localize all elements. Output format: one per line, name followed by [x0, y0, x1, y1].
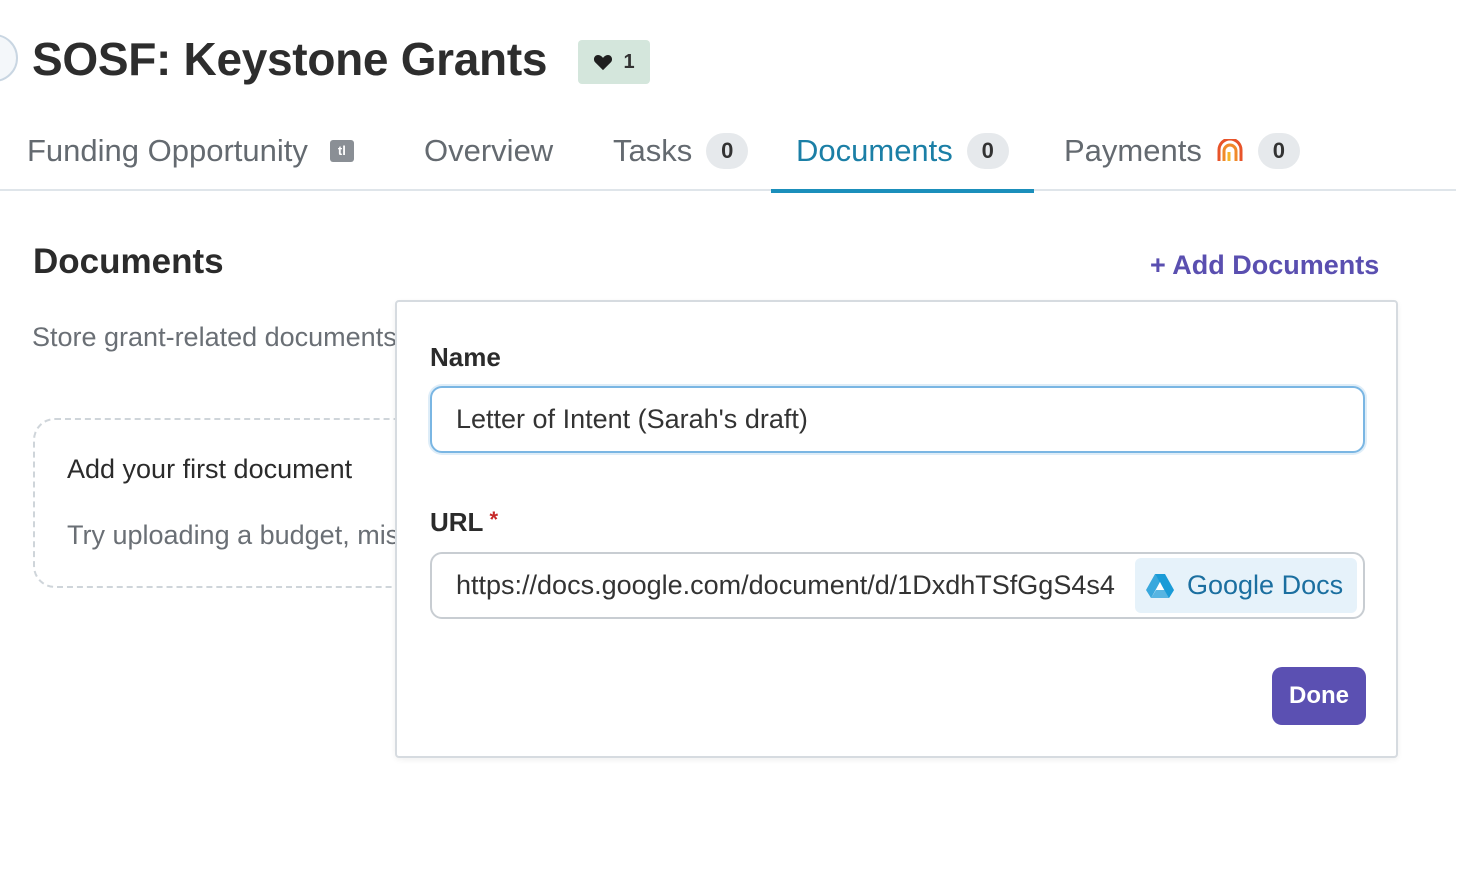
tl-icon: tl	[329, 139, 354, 162]
tab-payments[interactable]: Payments 0	[1064, 110, 1300, 191]
tab-label: Documents	[796, 132, 953, 168]
tab-documents[interactable]: Documents 0	[771, 110, 1034, 193]
tab-overview[interactable]: Overview	[424, 110, 553, 191]
name-input[interactable]	[430, 386, 1365, 453]
payments-count-badge: 0	[1257, 132, 1300, 169]
done-button[interactable]: Done	[1272, 667, 1366, 725]
documents-count-badge: 0	[966, 132, 1009, 169]
required-mark: *	[489, 507, 498, 532]
like-count: 1	[623, 50, 635, 73]
tab-label: Overview	[424, 132, 554, 168]
google-docs-button[interactable]: Google Docs	[1135, 558, 1357, 613]
tasks-count-badge: 0	[706, 132, 749, 169]
section-title: Documents	[33, 242, 224, 281]
add-documents-link[interactable]: + Add Documents	[1150, 250, 1379, 281]
url-label-text: URL	[430, 507, 484, 537]
page-title: SOSF: Keystone Grants	[32, 33, 548, 85]
heart-icon	[594, 55, 613, 71]
payments-integration-icon	[1217, 138, 1243, 161]
tab-tasks[interactable]: Tasks 0	[613, 110, 749, 191]
url-field[interactable]: https://docs.google.com/document/d/1Dxdh…	[430, 552, 1365, 619]
avatar[interactable]	[0, 34, 18, 82]
url-label: URL *	[430, 507, 498, 538]
google-docs-label: Google Docs	[1187, 570, 1344, 600]
google-drive-icon	[1146, 573, 1174, 598]
name-label: Name	[430, 342, 501, 372]
tab-label: Funding Opportunity	[27, 132, 308, 168]
url-input-value[interactable]: https://docs.google.com/document/d/1Dxdh…	[456, 554, 1132, 617]
section-description: Store grant-related documents	[32, 322, 396, 352]
tab-label: Payments	[1064, 132, 1202, 168]
tab-label: Tasks	[613, 132, 693, 168]
tab-bar: Funding Opportunity tl Overview Tasks 0 …	[0, 110, 1456, 193]
like-button[interactable]: 1	[578, 40, 650, 84]
empty-state-title: Add your first document	[67, 454, 353, 484]
add-document-popover: Name URL* https://docs.google.com/docume…	[395, 300, 1398, 758]
tab-funding-opportunity[interactable]: Funding Opportunity tl	[27, 110, 354, 191]
